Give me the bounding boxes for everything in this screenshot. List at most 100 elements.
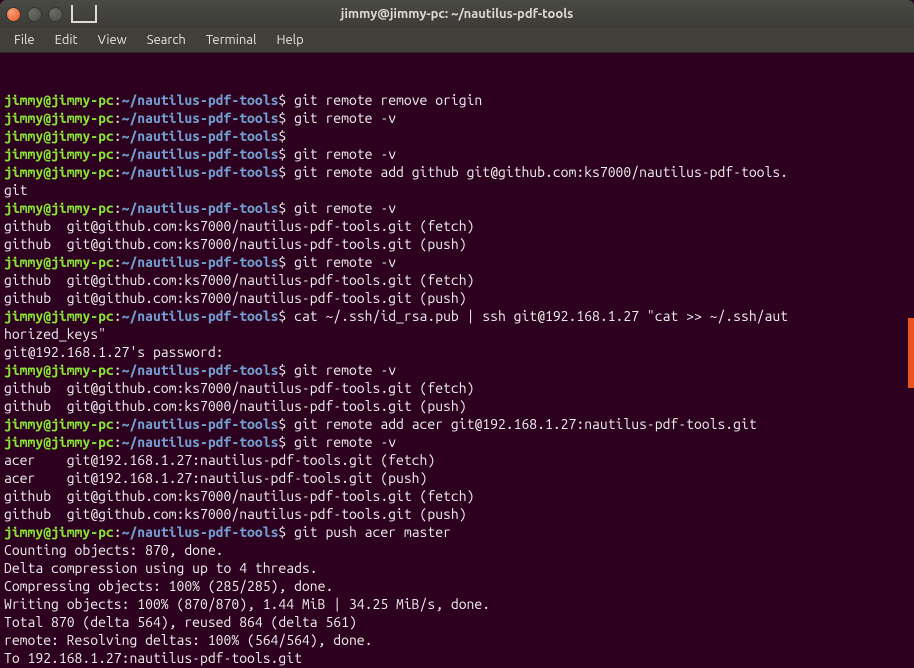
command-text: git remote -v (294, 200, 396, 216)
prompt-user-host: jimmy@jimmy-pc (4, 92, 114, 108)
prompt-sep: : (114, 524, 122, 540)
terminal-line: jimmy@jimmy-pc:~/nautilus-pdf-tools$ git… (4, 109, 910, 127)
output-text: github git@github.com:ks7000/nautilus-pd… (4, 236, 467, 252)
terminal-line: jimmy@jimmy-pc:~/nautilus-pdf-tools$ git… (4, 163, 910, 181)
prompt-path: ~/nautilus-pdf-tools (122, 308, 279, 324)
terminal-output[interactable]: jimmy@jimmy-pc:~/nautilus-pdf-tools$ git… (0, 53, 914, 668)
prompt-path: ~/nautilus-pdf-tools (122, 200, 279, 216)
window-titlebar: jimmy@jimmy-pc: ~/nautilus-pdf-tools (0, 0, 914, 28)
terminal-line: github git@github.com:ks7000/nautilus-pd… (4, 289, 910, 307)
menu-help[interactable]: Help (266, 30, 313, 50)
output-text: github git@github.com:ks7000/nautilus-pd… (4, 398, 467, 414)
prompt-symbol: $ (278, 416, 294, 432)
output-text: git@192.168.1.27's password: (4, 344, 224, 360)
prompt-path: ~/nautilus-pdf-tools (122, 128, 279, 144)
terminal-line: horized_keys" (4, 325, 910, 343)
prompt-path: ~/nautilus-pdf-tools (122, 92, 279, 108)
terminal-line: jimmy@jimmy-pc:~/nautilus-pdf-tools$ git… (4, 415, 910, 433)
menu-search[interactable]: Search (137, 30, 196, 50)
prompt-path: ~/nautilus-pdf-tools (122, 164, 279, 180)
prompt-sep: : (114, 110, 122, 126)
terminal-line: jimmy@jimmy-pc:~/nautilus-pdf-tools$ cat… (4, 307, 910, 325)
prompt-path: ~/nautilus-pdf-tools (122, 416, 279, 432)
output-text: github git@github.com:ks7000/nautilus-pd… (4, 380, 474, 396)
prompt-user-host: jimmy@jimmy-pc (4, 362, 114, 378)
prompt-symbol: $ (278, 110, 294, 126)
output-text: Delta compression using up to 4 threads. (4, 560, 318, 576)
terminal-line: github git@github.com:ks7000/nautilus-pd… (4, 505, 910, 523)
terminal-line: Compressing objects: 100% (285/285), don… (4, 577, 910, 595)
prompt-user-host: jimmy@jimmy-pc (4, 524, 114, 540)
terminal-line: github git@github.com:ks7000/nautilus-pd… (4, 235, 910, 253)
prompt-path: ~/nautilus-pdf-tools (122, 434, 279, 450)
output-text: Writing objects: 100% (870/870), 1.44 Mi… (4, 596, 490, 612)
output-text: To 192.168.1.27:nautilus-pdf-tools.git (4, 650, 302, 666)
menu-edit[interactable]: Edit (45, 30, 88, 50)
minimize-icon[interactable] (27, 7, 42, 22)
output-text: remote: Resolving deltas: 100% (564/564)… (4, 632, 372, 648)
prompt-path: ~/nautilus-pdf-tools (122, 254, 279, 270)
menu-file[interactable]: File (4, 30, 45, 50)
terminal-app-icon (71, 5, 97, 23)
prompt-user-host: jimmy@jimmy-pc (4, 200, 114, 216)
terminal-line: github git@github.com:ks7000/nautilus-pd… (4, 487, 910, 505)
prompt-user-host: jimmy@jimmy-pc (4, 308, 114, 324)
prompt-symbol: $ (278, 524, 294, 540)
window-controls (6, 7, 63, 22)
prompt-user-host: jimmy@jimmy-pc (4, 434, 114, 450)
prompt-symbol: $ (278, 254, 294, 270)
menu-terminal[interactable]: Terminal (196, 30, 267, 50)
output-text: github git@github.com:ks7000/nautilus-pd… (4, 218, 474, 234)
terminal-line: jimmy@jimmy-pc:~/nautilus-pdf-tools$ git… (4, 433, 910, 451)
prompt-symbol: $ (278, 308, 294, 324)
terminal-line: Counting objects: 870, done. (4, 541, 910, 559)
prompt-symbol: $ (278, 92, 294, 108)
prompt-path: ~/nautilus-pdf-tools (122, 146, 279, 162)
terminal-line: Writing objects: 100% (870/870), 1.44 Mi… (4, 595, 910, 613)
command-text: git remote -v (294, 254, 396, 270)
output-text: Compressing objects: 100% (285/285), don… (4, 578, 333, 594)
output-text: horized_keys" (4, 326, 106, 342)
scrollbar-thumb[interactable] (908, 318, 914, 388)
command-text: git remote -v (294, 434, 396, 450)
prompt-sep: : (114, 92, 122, 108)
command-text: git remote add github git@github.com:ks7… (294, 164, 788, 180)
prompt-user-host: jimmy@jimmy-pc (4, 254, 114, 270)
output-text: acer git@192.168.1.27:nautilus-pdf-tools… (4, 470, 427, 486)
menu-view[interactable]: View (88, 30, 137, 50)
prompt-sep: : (114, 434, 122, 450)
command-text: git remote -v (294, 146, 396, 162)
output-text: Total 870 (delta 564), reused 864 (delta… (4, 614, 357, 630)
terminal-line: jimmy@jimmy-pc:~/nautilus-pdf-tools$ git… (4, 199, 910, 217)
close-icon[interactable] (6, 7, 21, 22)
prompt-symbol: $ (278, 164, 294, 180)
terminal-line: acer git@192.168.1.27:nautilus-pdf-tools… (4, 469, 910, 487)
command-text: git remote remove origin (294, 92, 482, 108)
terminal-line: git (4, 181, 910, 199)
output-text: github git@github.com:ks7000/nautilus-pd… (4, 488, 474, 504)
prompt-sep: : (114, 254, 122, 270)
terminal-line: jimmy@jimmy-pc:~/nautilus-pdf-tools$ git… (4, 253, 910, 271)
terminal-line: To 192.168.1.27:nautilus-pdf-tools.git (4, 649, 910, 667)
prompt-symbol: $ (278, 128, 294, 144)
prompt-symbol: $ (278, 146, 294, 162)
maximize-icon[interactable] (48, 7, 63, 22)
prompt-symbol: $ (278, 200, 294, 216)
output-text: github git@github.com:ks7000/nautilus-pd… (4, 506, 467, 522)
terminal-line: jimmy@jimmy-pc:~/nautilus-pdf-tools$ git… (4, 523, 910, 541)
output-text: acer git@192.168.1.27:nautilus-pdf-tools… (4, 452, 435, 468)
terminal-line: github git@github.com:ks7000/nautilus-pd… (4, 379, 910, 397)
prompt-path: ~/nautilus-pdf-tools (122, 110, 279, 126)
prompt-symbol: $ (278, 434, 294, 450)
menu-bar: File Edit View Search Terminal Help (0, 28, 914, 53)
prompt-user-host: jimmy@jimmy-pc (4, 128, 114, 144)
prompt-sep: : (114, 200, 122, 216)
prompt-sep: : (114, 164, 122, 180)
output-text: github git@github.com:ks7000/nautilus-pd… (4, 290, 467, 306)
prompt-user-host: jimmy@jimmy-pc (4, 146, 114, 162)
prompt-sep: : (114, 362, 122, 378)
prompt-sep: : (114, 308, 122, 324)
terminal-line: remote: Resolving deltas: 100% (564/564)… (4, 631, 910, 649)
terminal-line: jimmy@jimmy-pc:~/nautilus-pdf-tools$ git… (4, 145, 910, 163)
terminal-line: acer git@192.168.1.27:nautilus-pdf-tools… (4, 451, 910, 469)
